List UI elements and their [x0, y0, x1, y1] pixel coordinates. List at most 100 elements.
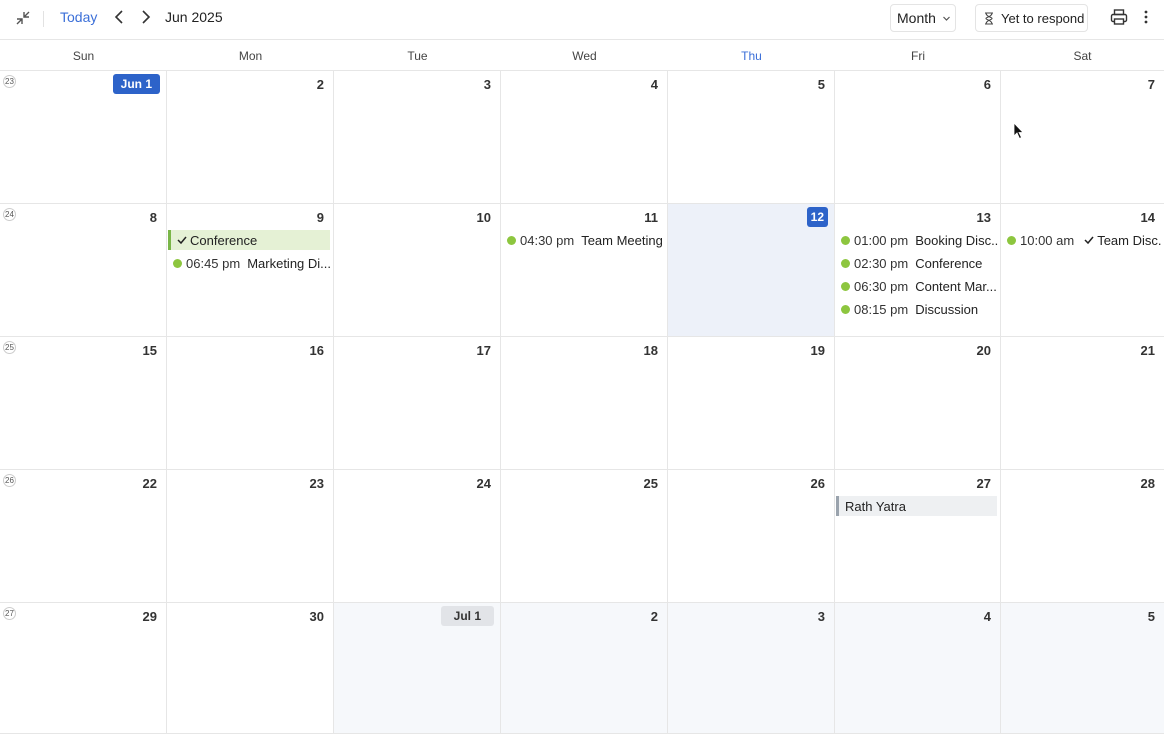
week-number-badge: 26	[3, 474, 16, 487]
day-cell[interactable]: 18	[501, 337, 668, 470]
day-number: 24	[476, 476, 491, 491]
weekday-label-thu: Thu	[741, 49, 762, 63]
event-title: Marketing Di...	[247, 255, 331, 271]
chevron-right-icon[interactable]	[137, 8, 153, 26]
yet-to-respond-label: Yet to respond	[1001, 10, 1085, 26]
day-cell[interactable]: 25	[501, 470, 668, 603]
today-button[interactable]: Today	[60, 9, 97, 25]
day-cell[interactable]: 21	[1001, 337, 1164, 470]
day-cell[interactable]: 9 Conference 06:45 pm Marketing Di...	[167, 204, 334, 337]
day-number: 10	[476, 210, 491, 225]
day-cell[interactable]: 4	[835, 603, 1001, 734]
current-period-label: Jun 2025	[165, 9, 223, 25]
toolbar-divider	[43, 11, 44, 27]
all-day-event[interactable]: Conference	[168, 230, 330, 250]
day-number: 16	[309, 343, 324, 358]
day-cell[interactable]: 5	[1001, 603, 1164, 734]
event-time: 04:30 pm	[520, 232, 575, 248]
day-cell[interactable]: 26	[668, 470, 835, 603]
more-options-icon[interactable]	[1139, 8, 1153, 26]
day-number: 18	[643, 343, 658, 358]
day-cell[interactable]: 4	[501, 71, 668, 204]
weekday-header: Sun Mon Tue Wed Thu Fri Sat	[0, 41, 1164, 71]
day-number: 11	[644, 210, 658, 225]
day-number: 13	[976, 210, 991, 225]
day-cell[interactable]: 3	[334, 71, 501, 204]
day-number: 8	[149, 210, 157, 225]
event-time: 10:00 am	[1020, 232, 1075, 248]
day-cell[interactable]: 2	[501, 603, 668, 734]
event-status-dot	[173, 258, 182, 268]
day-number: 25	[643, 476, 658, 491]
event-item[interactable]: 06:30 pm Content Mar...	[841, 276, 998, 296]
event-time: 06:45 pm	[186, 255, 241, 271]
weekday-label-sun: Sun	[72, 49, 95, 63]
hourglass-icon	[985, 11, 993, 25]
day-number: 2	[316, 77, 324, 92]
event-status-dot	[841, 304, 850, 314]
month-grid: 23 Jun 1 2 3 4 5 6 7 24 8 9 Conference 06:45 pm Marke…	[0, 71, 1164, 734]
chevron-left-icon[interactable]	[112, 8, 128, 26]
day-cell[interactable]: 12	[668, 204, 835, 337]
day-number: Jul 1	[440, 606, 494, 626]
day-cell[interactable]: 7	[1001, 71, 1164, 204]
day-cell[interactable]: 27 29	[0, 603, 167, 734]
event-title: Conference	[915, 255, 983, 271]
yet-to-respond-button[interactable]: Yet to respond	[975, 4, 1088, 32]
day-cell[interactable]: 19	[668, 337, 835, 470]
day-cell[interactable]: Jul 1	[334, 603, 501, 734]
event-item[interactable]: 08:15 pm Discussion	[841, 299, 998, 319]
day-number: 5	[817, 77, 825, 92]
printer-icon[interactable]	[1110, 8, 1128, 26]
event-title: Team Disc...	[1097, 232, 1162, 248]
day-cell[interactable]: 6	[835, 71, 1001, 204]
day-cell[interactable]: 17	[334, 337, 501, 470]
day-number: 22	[142, 476, 157, 491]
day-cell[interactable]: 24 8	[0, 204, 167, 337]
day-number: 12	[806, 207, 828, 227]
event-item[interactable]: 10:00 am Team Disc...	[1007, 230, 1162, 250]
day-number: 27	[976, 476, 991, 491]
day-cell[interactable]: 2	[167, 71, 334, 204]
day-cell[interactable]: 14 10:00 am Team Disc...	[1001, 204, 1164, 337]
day-cell[interactable]: 30	[167, 603, 334, 734]
day-cell[interactable]: 23 Jun 1	[0, 71, 167, 204]
event-item[interactable]: 02:30 pm Conference	[841, 253, 998, 273]
day-cell[interactable]: 11 04:30 pm Team Meeting	[501, 204, 668, 337]
check-icon	[177, 236, 187, 245]
event-status-dot	[841, 235, 850, 245]
day-cell[interactable]: 10	[334, 204, 501, 337]
week-number-badge: 24	[3, 208, 16, 221]
day-number: 9	[316, 210, 324, 225]
day-cell[interactable]: 5	[668, 71, 835, 204]
day-cell[interactable]: 13 01:00 pm Booking Disc... 02:30 pm Confere…	[835, 204, 1001, 337]
day-cell[interactable]: 16	[167, 337, 334, 470]
collapse-arrows-icon[interactable]	[14, 9, 32, 27]
day-number: 4	[983, 609, 991, 624]
check-icon	[1084, 236, 1094, 245]
event-item[interactable]: 06:45 pm Marketing Di...	[173, 253, 331, 273]
day-cell[interactable]: 20	[835, 337, 1001, 470]
event-time: 06:30 pm	[854, 278, 909, 294]
event-status-dot	[841, 258, 850, 268]
event-item[interactable]: 01:00 pm Booking Disc...	[841, 230, 998, 250]
event-item[interactable]: 04:30 pm Team Meeting	[507, 230, 665, 250]
day-cell[interactable]: 25 15	[0, 337, 167, 470]
day-cell[interactable]: 28	[1001, 470, 1164, 603]
day-cell[interactable]: 24	[334, 470, 501, 603]
event-status-dot	[1007, 235, 1016, 245]
day-cell[interactable]: 26 22	[0, 470, 167, 603]
event-status-dot	[507, 235, 516, 245]
day-cell[interactable]: 3	[668, 603, 835, 734]
event-time: 02:30 pm	[854, 255, 909, 271]
day-number: 23	[309, 476, 324, 491]
view-selector-label: Month	[897, 10, 936, 26]
day-cell[interactable]: 23	[167, 470, 334, 603]
week-number-badge: 27	[3, 607, 16, 620]
view-selector-dropdown[interactable]: Month	[890, 4, 956, 32]
holiday-event[interactable]: Rath Yatra	[836, 496, 997, 516]
day-number: 3	[817, 609, 825, 624]
event-title: Team Meeting	[581, 232, 663, 248]
day-cell[interactable]: 27 Rath Yatra	[835, 470, 1001, 603]
day-number: 26	[810, 476, 825, 491]
